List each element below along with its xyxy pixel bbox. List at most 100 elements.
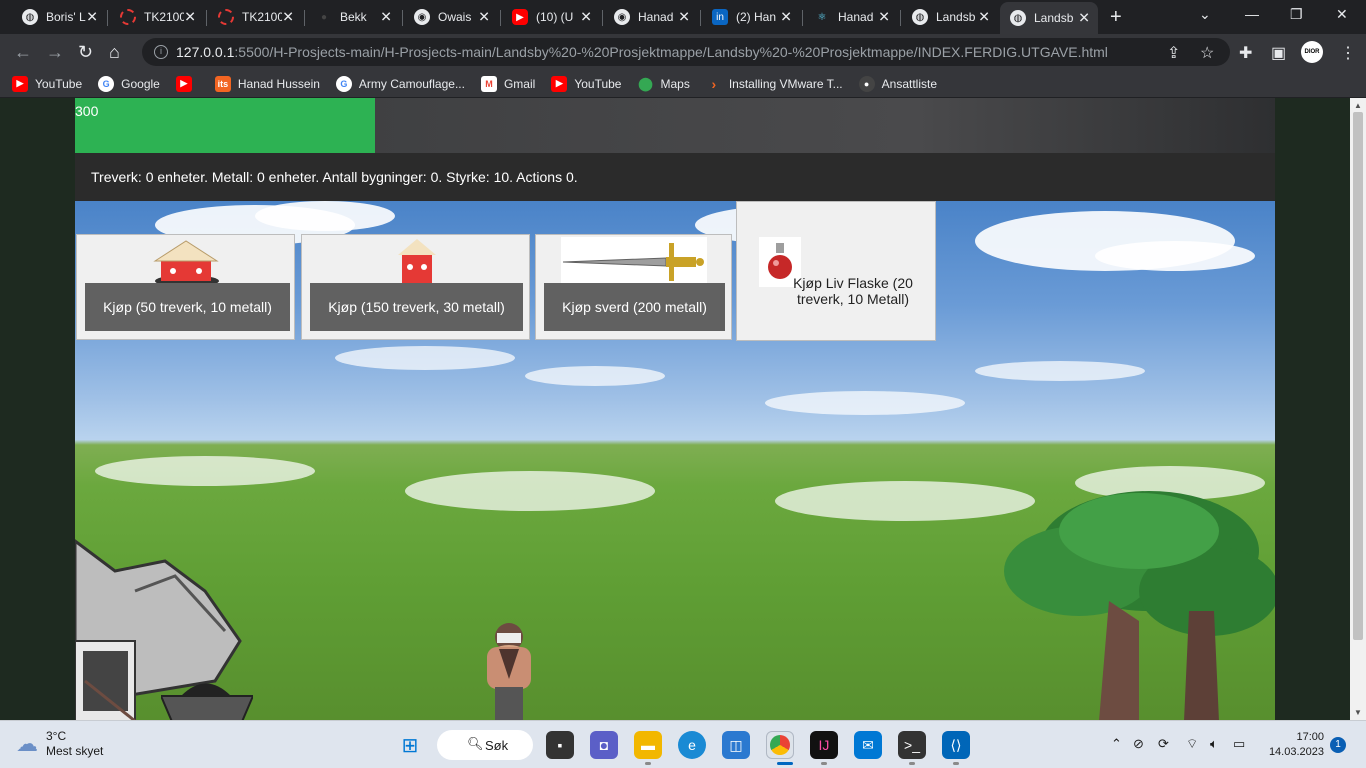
resource-stats: Treverk: 0 enheter. Metall: 0 enheter. A…	[75, 153, 1275, 201]
wifi-icon[interactable]: ⌔	[1186, 736, 1198, 752]
tab-10-active[interactable]: ◍ Landsb ✕	[1000, 2, 1098, 34]
tab-4[interactable]: ◉ Owais ✕	[404, 4, 498, 30]
window-close-icon[interactable]: ✕	[1336, 6, 1348, 23]
minimize-icon[interactable]: —	[1245, 6, 1259, 22]
cloud-sun-icon: ☁	[16, 731, 38, 756]
teams-chat-icon[interactable]: ◘	[590, 731, 618, 759]
file-explorer-icon[interactable]: ▬	[634, 731, 662, 759]
tab-0[interactable]: ◍ Boris' L ✕	[12, 4, 106, 30]
close-icon[interactable]: ✕	[878, 9, 890, 26]
avatar-icon: ●	[858, 75, 875, 92]
close-icon[interactable]: ✕	[184, 9, 196, 26]
taskbar-search[interactable]: 🔍︎ Søk	[437, 730, 533, 760]
tab-search-icon[interactable]: ⌄	[1199, 6, 1211, 23]
home-icon[interactable]: ⌂	[109, 42, 120, 63]
google-icon: G	[335, 75, 352, 92]
close-icon[interactable]: ✕	[86, 9, 98, 26]
windows-taskbar: ☁ 3°C Mest skyet ⊞ 🔍︎ Søk ▪ ◘ ▬ e ◫ IJ ✉…	[0, 720, 1366, 768]
close-icon[interactable]: ✕	[780, 9, 792, 26]
tab-title: Hanad	[838, 10, 874, 24]
page-scrollbar[interactable]: ▲ ▼	[1350, 98, 1366, 720]
network-off-icon[interactable]: ⊘	[1133, 736, 1144, 752]
share-icon[interactable]: ⇪	[1167, 43, 1180, 63]
extensions-icon[interactable]: ✚	[1239, 43, 1252, 63]
url-path: :5500/H-Prosjects-main/H-Prosjects-main/…	[234, 44, 1108, 60]
scrollbar-thumb[interactable]	[1353, 112, 1363, 640]
menu-kebab-icon[interactable]: ⋮	[1340, 43, 1356, 63]
bookmark-youtube[interactable]: ▶ YouTube	[12, 75, 82, 92]
close-icon[interactable]: ✕	[282, 9, 294, 26]
player-character[interactable]	[473, 619, 545, 720]
gmail-icon: M	[480, 75, 497, 92]
vscode-icon[interactable]: ⟨⟩	[942, 731, 970, 759]
store-icon[interactable]: ◫	[722, 731, 750, 759]
notification-badge[interactable]: 1	[1330, 737, 1346, 753]
intellij-icon[interactable]: IJ	[810, 731, 838, 759]
forward-icon[interactable]: →	[46, 42, 64, 63]
tray-chevron-icon[interactable]: ⌃	[1111, 736, 1122, 752]
bookmark-army-camouflage[interactable]: G Army Camouflage...	[335, 75, 465, 92]
terminal-icon[interactable]: >_	[898, 731, 926, 759]
github-icon: ◉	[414, 9, 430, 25]
buy-hut-button[interactable]: Kjøp (50 treverk, 10 metall)	[85, 283, 290, 331]
tab-9[interactable]: ◍ Landsb ✕	[902, 4, 998, 30]
edge-icon[interactable]: e	[678, 731, 706, 759]
health-value: 300	[75, 103, 99, 119]
bookmark-installing-vmware[interactable]: › Installing VMware T...	[706, 75, 842, 92]
buy-potion-label: Kjøp Liv Flaske (20 treverk, 10 Metall)	[793, 275, 913, 307]
bookmark-google[interactable]: G Google	[98, 75, 160, 92]
tab-1[interactable]: TK2100 ✕	[110, 4, 204, 30]
clock[interactable]: 17:00 14.03.2023	[1262, 730, 1324, 760]
close-icon[interactable]: ✕	[678, 9, 690, 26]
back-icon[interactable]: ←	[14, 42, 32, 63]
tree-image[interactable]	[999, 491, 1275, 720]
restore-icon[interactable]: ❐	[1290, 6, 1303, 23]
tab-2[interactable]: TK2100 ✕	[208, 4, 302, 30]
shop-card-tower: Kjøp (150 treverk, 30 metall)	[301, 234, 530, 340]
bookmark-star-icon[interactable]: ☆	[1200, 43, 1214, 63]
close-icon[interactable]: ✕	[478, 9, 490, 26]
bookmark-hanad-hussein[interactable]: its Hanad Hussein	[214, 75, 320, 92]
tab-8[interactable]: ⚛ Hanad ✕	[804, 4, 898, 30]
bookmark-youtube-3[interactable]: ▶ YouTube	[551, 75, 621, 92]
buy-sword-button[interactable]: Kjøp sverd (200 metall)	[544, 283, 725, 331]
start-icon[interactable]: ⊞	[396, 731, 424, 759]
tab-title: Bekk	[340, 10, 367, 24]
task-view-icon[interactable]: ▪	[546, 731, 574, 759]
bookmark-maps[interactable]: ⬤ Maps	[637, 75, 690, 92]
bookmark-gmail[interactable]: M Gmail	[480, 75, 535, 92]
side-panel-icon[interactable]: ▣	[1271, 43, 1286, 63]
reload-icon[interactable]: ↻	[78, 42, 93, 63]
chevron-icon: ›	[711, 75, 717, 92]
tab-6[interactable]: ◉ Hanad ✕	[604, 4, 698, 30]
url-host: 127.0.0.1	[176, 44, 235, 60]
profile-avatar[interactable]: DIOR	[1301, 41, 1323, 63]
close-icon[interactable]: ✕	[380, 9, 392, 26]
close-icon[interactable]: ✕	[580, 9, 592, 26]
volume-icon[interactable]: 🔈︎	[1210, 736, 1218, 752]
mail-icon[interactable]: ✉	[854, 731, 882, 759]
tab-7[interactable]: in (2) Han ✕	[702, 4, 800, 30]
maps-icon: ⬤	[638, 75, 653, 91]
scroll-up-icon[interactable]: ▲	[1354, 101, 1362, 110]
youtube-icon: ▶	[175, 75, 192, 92]
tab-5[interactable]: ▶ (10) (U ✕	[502, 4, 600, 30]
battery-icon[interactable]: ▭	[1233, 736, 1245, 752]
close-icon[interactable]: ✕	[978, 9, 990, 26]
buy-potion-card[interactable]: Kjøp Liv Flaske (20 treverk, 10 Metall)	[736, 201, 936, 341]
bookmark-ansattliste[interactable]: ● Ansattliste	[858, 75, 937, 92]
sword-icon	[561, 237, 707, 287]
sync-icon[interactable]: ⟳	[1158, 736, 1169, 752]
youtube-icon: ▶	[12, 75, 28, 92]
address-bar[interactable]: i 127.0.0.1 :5500/H-Prosjects-main/H-Pro…	[142, 38, 1230, 66]
buy-tower-button[interactable]: Kjøp (150 treverk, 30 metall)	[310, 283, 523, 331]
tab-3[interactable]: ● Bekk ✕	[306, 4, 400, 30]
chrome-icon[interactable]	[766, 731, 794, 759]
scroll-down-icon[interactable]: ▼	[1354, 708, 1362, 717]
bookmark-youtube-2[interactable]: ▶	[175, 75, 199, 92]
game-container: 300 Treverk: 0 enheter. Metall: 0 enhete…	[75, 98, 1275, 720]
new-tab-icon[interactable]: +	[1110, 6, 1122, 29]
site-info-icon[interactable]: i	[154, 45, 168, 59]
close-icon[interactable]: ✕	[1078, 10, 1090, 27]
weather-widget[interactable]: ☁ 3°C Mest skyet	[16, 729, 103, 759]
